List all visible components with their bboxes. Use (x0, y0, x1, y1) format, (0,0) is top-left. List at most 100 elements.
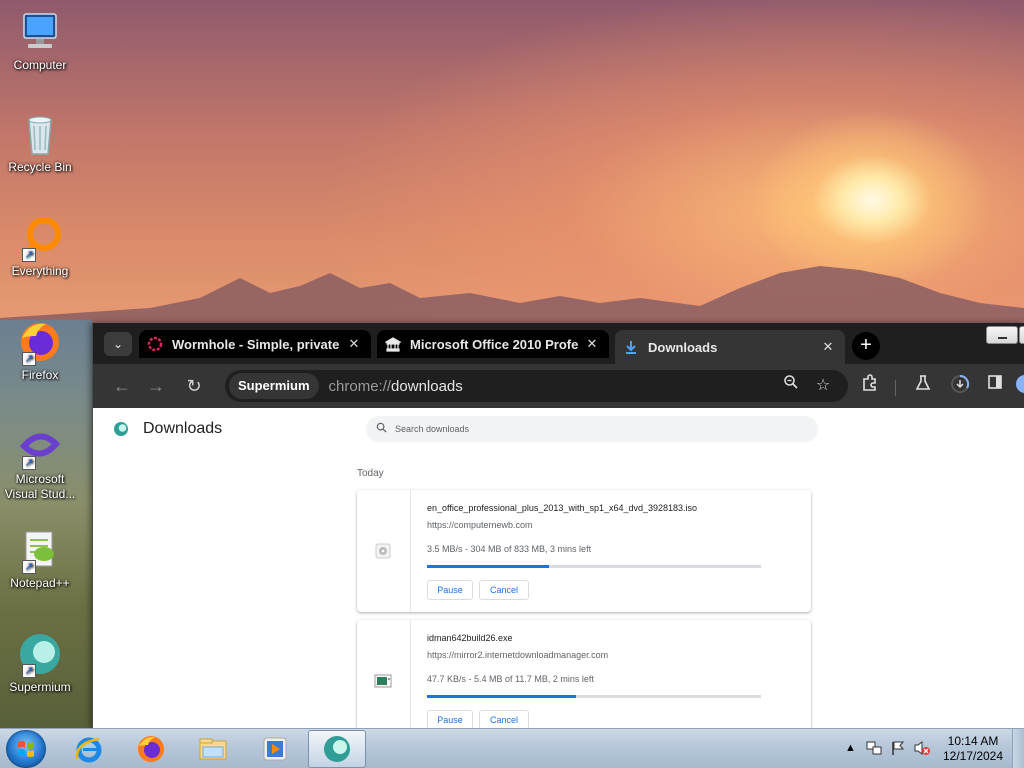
download-progress-bar (427, 565, 761, 568)
firefox-icon (138, 736, 164, 762)
bookmark-star-icon[interactable]: ☆ (811, 374, 835, 398)
download-filename[interactable]: en_office_professional_plus_2013_with_sp… (427, 503, 697, 513)
browser-toolbar: ← → ↻ Supermium chrome://downloads ☆ (93, 364, 1024, 408)
plus-icon: + (860, 334, 872, 356)
download-item-icon-column (357, 490, 411, 612)
tab-title: Microsoft Office 2010 Professional (410, 336, 579, 352)
supermium-logo-icon (113, 421, 129, 437)
download-status: 3.5 MB/s - 304 MB of 833 MB, 3 mins left (427, 544, 592, 554)
desktop-icon-label: Recycle Bin (8, 160, 72, 174)
tab-microsoft-office[interactable]: Microsoft Office 2010 Professional ✕ (377, 330, 609, 358)
desktop-icon-everything[interactable]: ↗ Everything (0, 214, 80, 279)
taskbar-file-explorer[interactable] (184, 730, 242, 768)
downloads-page: Downloads Search downloads Today en_offi… (93, 408, 1024, 750)
wormhole-icon (147, 336, 163, 352)
desktop-icon-label: Firefox (21, 368, 59, 382)
shortcut-arrow-icon: ↗ (22, 664, 36, 678)
url-text: chrome://downloads (328, 377, 463, 395)
close-icon[interactable]: ✕ (585, 336, 599, 352)
zoom-icon[interactable] (779, 374, 803, 398)
tab-strip: ⌄ Wormhole - Simple, private file ✕ Micr… (93, 323, 1024, 364)
download-filename[interactable]: idman642build26.exe (427, 633, 513, 643)
desktop-icon-label: Supermium (9, 680, 71, 694)
visual-studio-icon: ↗ (16, 422, 64, 470)
desktop-icon-label: Microsoft Visual Stud... (4, 472, 76, 501)
network-icon[interactable] (866, 740, 882, 759)
download-progress-fill (427, 565, 549, 568)
profile-avatar-icon[interactable] (1015, 374, 1024, 398)
download-source-url[interactable]: https://computernewb.com (427, 520, 533, 530)
tab-wormhole[interactable]: Wormhole - Simple, private file ✕ (139, 330, 371, 358)
supermium-icon: ↗ (16, 630, 64, 678)
side-panel-icon[interactable] (983, 374, 1007, 398)
computer-icon (16, 8, 64, 56)
start-button[interactable] (6, 730, 46, 768)
clock-time: 10:14 AM (947, 734, 999, 748)
cancel-button[interactable]: Cancel (479, 580, 529, 600)
address-bar[interactable]: Supermium chrome://downloads ☆ (225, 370, 848, 402)
desktop-icon-supermium[interactable]: ↗ Supermium (0, 630, 80, 695)
back-arrow-icon[interactable]: ← (110, 374, 134, 398)
pause-button[interactable]: Pause (427, 710, 473, 730)
supermium-icon (324, 736, 350, 762)
date-group-label: Today (357, 468, 384, 479)
media-player-icon (263, 737, 287, 761)
desktop-icon-recycle-bin[interactable]: Recycle Bin (0, 110, 80, 175)
firefox-icon: ↗ (16, 318, 64, 366)
system-clock[interactable]: 10:14 AM 12/17/2024 (938, 734, 1008, 764)
action-center-flag-icon[interactable] (890, 740, 906, 759)
taskbar-media-player[interactable] (246, 730, 304, 768)
new-tab-button[interactable]: + (852, 332, 880, 360)
shortcut-arrow-icon: ↗ (22, 560, 36, 574)
desktop-icon-firefox[interactable]: ↗ Firefox (0, 318, 80, 383)
taskbar-firefox[interactable] (122, 730, 180, 768)
close-icon[interactable]: ✕ (347, 336, 361, 352)
download-progress-icon[interactable] (948, 374, 972, 398)
show-desktop-button[interactable] (1012, 729, 1024, 768)
desktop-icon-label: Everything (11, 264, 69, 278)
extensions-icon[interactable] (858, 374, 882, 398)
desktop-icon-notepadpp[interactable]: ↗ Notepad++ (0, 526, 80, 591)
taskbar-internet-explorer[interactable] (60, 730, 118, 768)
download-item: en_office_professional_plus_2013_with_sp… (357, 490, 811, 612)
search-icon (376, 422, 387, 436)
volume-muted-icon[interactable] (913, 740, 931, 759)
reload-icon[interactable]: ↻ (182, 374, 206, 398)
windows-logo-icon (18, 741, 34, 757)
close-icon[interactable]: ✕ (821, 339, 835, 355)
labs-flask-icon[interactable] (911, 374, 935, 398)
shortcut-arrow-icon: ↗ (22, 248, 36, 262)
desktop-icon-computer[interactable]: Computer (0, 8, 80, 73)
clock-date: 12/17/2024 (942, 749, 1004, 763)
pause-button[interactable]: Pause (427, 580, 473, 600)
everything-icon: ↗ (16, 214, 64, 262)
desktop-icon-label: Notepad++ (10, 576, 70, 590)
taskbar-supermium[interactable] (308, 730, 366, 768)
shortcut-arrow-icon: ↗ (22, 456, 36, 470)
desktop-icon-label: Computer (13, 58, 67, 72)
download-source-url[interactable]: https://mirror2.internetdownloadmanager.… (427, 650, 608, 660)
forward-arrow-icon[interactable]: → (144, 374, 168, 398)
download-status: 47.7 KB/s - 5.4 MB of 11.7 MB, 2 mins le… (427, 674, 594, 684)
download-icon (623, 339, 639, 355)
site-chip[interactable]: Supermium (229, 373, 319, 399)
page-title: Downloads (143, 420, 223, 437)
tab-downloads[interactable]: Downloads ✕ (615, 330, 845, 364)
chevron-down-icon: ⌄ (112, 337, 124, 351)
cancel-button[interactable]: Cancel (479, 710, 529, 730)
download-progress-fill (427, 695, 577, 698)
maximize-button[interactable] (1019, 326, 1024, 344)
desktop-icon-visual-studio[interactable]: ↗ Microsoft Visual Stud... (0, 422, 80, 502)
recycle-bin-icon (16, 110, 64, 158)
search-downloads-input[interactable]: Search downloads (366, 416, 818, 442)
shortcut-arrow-icon: ↗ (22, 352, 36, 366)
show-hidden-icons-icon[interactable]: ▲ (845, 742, 856, 754)
tab-search-button[interactable]: ⌄ (104, 332, 132, 356)
minimize-button[interactable] (986, 326, 1018, 344)
disc-image-file-icon (374, 542, 392, 560)
notepadpp-icon: ↗ (16, 526, 64, 574)
tab-title: Downloads (648, 339, 718, 355)
internet-explorer-icon (75, 737, 102, 763)
download-progress-bar (427, 695, 761, 698)
search-placeholder: Search downloads (395, 424, 470, 434)
